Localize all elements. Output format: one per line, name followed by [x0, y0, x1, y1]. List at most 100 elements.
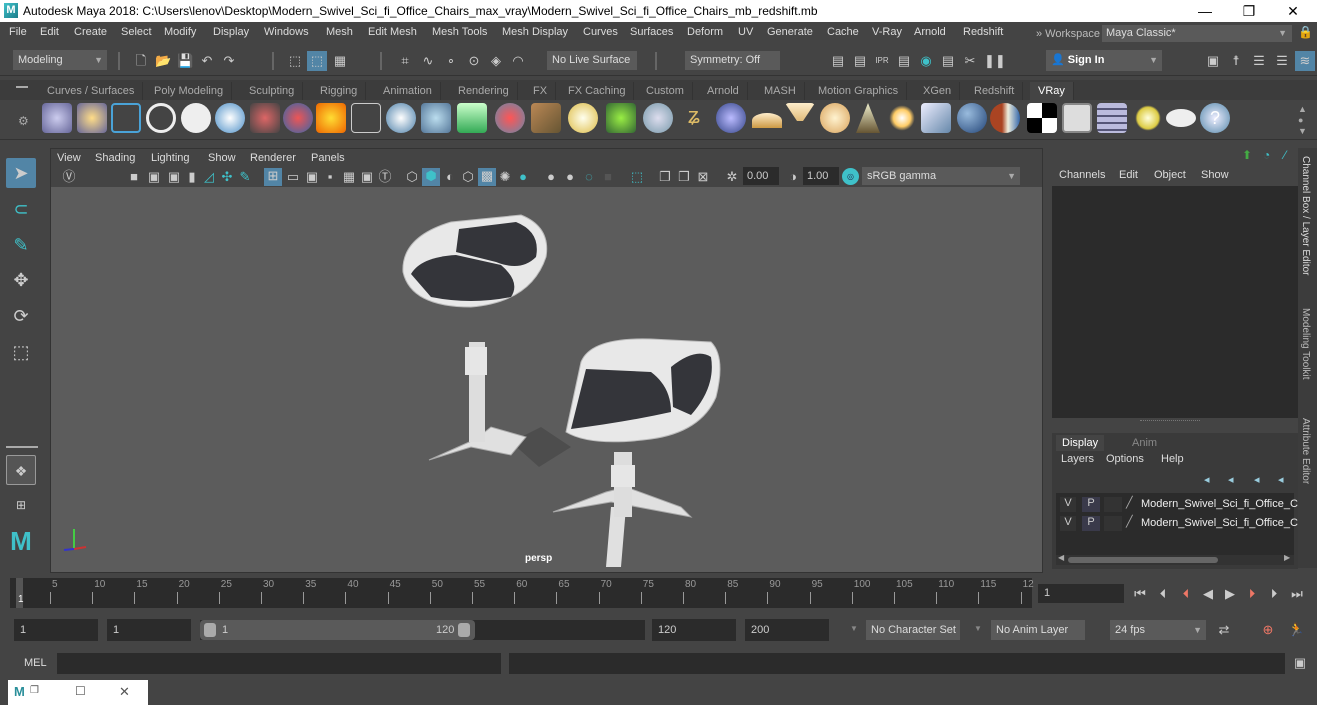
color-space-select[interactable]: sRGB gamma ▼ [862, 167, 1020, 185]
viewport-menu-lighting[interactable]: Lighting [151, 152, 190, 164]
layer-name[interactable]: Modern_Swivel_Sci_fi_Office_C [1141, 498, 1298, 510]
vray-help-icon[interactable]: ? [1200, 103, 1230, 133]
animation-end-field[interactable]: 200 [745, 619, 829, 641]
shelf-settings-icon[interactable]: ⚙ [18, 114, 29, 128]
menu-cache[interactable]: Cache [827, 26, 859, 38]
camera-icon[interactable]: ■ [126, 169, 142, 185]
tab-motion-graphics[interactable]: Motion Graphics [810, 82, 908, 100]
vray-logo-icon[interactable] [146, 103, 176, 133]
exposure-icon[interactable]: ✲ [724, 169, 740, 185]
snap-live-icon[interactable]: ◠ [510, 53, 526, 69]
gamma-icon[interactable]: ◑ [785, 169, 801, 185]
smooth-shade-icon[interactable]: ⬢ [422, 168, 440, 186]
gamma-field[interactable]: 1.00 [803, 167, 839, 185]
cb-menu-channels[interactable]: Channels [1059, 169, 1105, 181]
menu-select[interactable]: Select [121, 26, 152, 38]
tab-fx-caching[interactable]: FX Caching [560, 82, 635, 100]
chair-model-front[interactable] [552, 338, 721, 567]
menu-surfaces[interactable]: Surfaces [630, 26, 673, 38]
bookmark-icon[interactable]: ▮ [184, 169, 200, 185]
new-layer-icon[interactable]: ◂ [1254, 473, 1260, 486]
cb-menu-edit[interactable]: Edit [1119, 169, 1138, 181]
depth-of-field-icon[interactable]: ■ [600, 169, 616, 185]
vray-ball-icon[interactable] [957, 103, 987, 133]
tab-custom[interactable]: Custom [638, 82, 693, 100]
snap-view-icon[interactable]: ⊙ [466, 53, 482, 69]
fps-select[interactable]: 24 fps ▼ [1110, 620, 1206, 640]
select-hierarchy-icon[interactable]: ⬚ [287, 53, 303, 69]
lock-icon[interactable]: 🔒 [1298, 25, 1313, 39]
menu-modify[interactable]: Modify [164, 26, 196, 38]
human-ik-icon[interactable]: ☨ [1228, 53, 1244, 69]
menu-arnold[interactable]: Arnold [914, 26, 946, 38]
vray-grass-icon[interactable] [606, 103, 636, 133]
shadows-icon[interactable]: ● [515, 169, 531, 185]
vray-fur-icon[interactable] [495, 103, 525, 133]
tab-attribute-editor[interactable]: Attribute Editor [1300, 418, 1311, 484]
select-component-icon[interactable]: ▦ [332, 53, 348, 69]
move-tool-icon[interactable]: ✥ [6, 265, 36, 295]
xray-joints-icon[interactable]: ❐ [676, 169, 692, 185]
character-set-select[interactable]: No Character Set [866, 620, 960, 640]
3d-viewport[interactable]: persp [51, 187, 1042, 572]
auto-key-icon[interactable]: ⊕ [1260, 622, 1276, 638]
snap-curve-icon[interactable]: ∿ [420, 53, 436, 69]
exposure-field[interactable]: 0.00 [743, 167, 779, 185]
panel-resize-handle[interactable] [1140, 420, 1200, 422]
undo-icon[interactable]: ↶ [199, 53, 215, 69]
tab-modeling-toolkit[interactable]: Modeling Toolkit [1300, 308, 1311, 380]
menu-edit-mesh[interactable]: Edit Mesh [368, 26, 417, 38]
vray-camera-icon[interactable] [250, 103, 280, 133]
menu-windows[interactable]: Windows [264, 26, 309, 38]
tab-xgen[interactable]: XGen [915, 82, 961, 100]
modeling-toolkit-icon[interactable]: ▣ [1205, 53, 1221, 69]
paint-select-tool-icon[interactable]: ✎ [6, 230, 36, 260]
range-start-handle[interactable] [204, 623, 216, 637]
render-view-icon[interactable]: ▤ [830, 53, 846, 69]
resolution-gate-icon[interactable]: ▣ [304, 169, 320, 185]
snap-point-icon[interactable]: ∘ [443, 53, 459, 69]
vray-split-icon[interactable] [990, 103, 1020, 133]
render-frame-icon[interactable]: ▤ [852, 53, 868, 69]
menu-create[interactable]: Create [74, 26, 107, 38]
scale-tool-icon[interactable]: ⬚ [6, 337, 36, 367]
menu-vray[interactable]: V-Ray [872, 26, 902, 38]
chevron-down-icon[interactable]: ▼ [974, 624, 982, 633]
menu-mesh-display[interactable]: Mesh Display [502, 26, 568, 38]
channel-box-logo-icon[interactable]: ◔ [1263, 148, 1270, 162]
scroll-right-icon[interactable]: ▶ [1284, 553, 1290, 562]
safe-action-icon[interactable]: ▣ [359, 169, 375, 185]
vray-flake-icon[interactable] [643, 103, 673, 133]
layer-visibility-toggle[interactable]: V [1060, 497, 1076, 512]
use-all-lights-icon[interactable]: ✺ [497, 169, 513, 185]
grid-icon[interactable]: ⊞ [264, 168, 282, 186]
tab-mash[interactable]: MASH [756, 82, 805, 100]
single-perspective-layout-icon[interactable]: ❖ [6, 455, 36, 485]
chair-model-back[interactable] [402, 214, 548, 461]
menu-curves[interactable]: Curves [583, 26, 618, 38]
mel-label[interactable]: MEL [24, 657, 47, 669]
tab-fx[interactable]: FX [525, 82, 557, 100]
vray-table-icon[interactable] [1097, 103, 1127, 133]
step-back-key-icon[interactable]: ⏴ [1155, 586, 1171, 602]
tab-rendering[interactable]: Rendering [450, 82, 518, 100]
redo-icon[interactable]: ↷ [221, 53, 237, 69]
mel-input[interactable] [57, 653, 501, 674]
vray-settings-icon[interactable] [111, 103, 141, 133]
viewport-menu-show[interactable]: Show [208, 152, 236, 164]
cb-menu-show[interactable]: Show [1201, 169, 1229, 181]
vray-material-icon[interactable] [215, 103, 245, 133]
camera-lock-icon[interactable]: ▣ [146, 169, 162, 185]
playback-start-field[interactable]: 1 [107, 619, 191, 641]
transform-icon[interactable]: ⬆ [1242, 148, 1252, 162]
close-button[interactable]: ✕ [1270, 0, 1316, 22]
tab-animation[interactable]: Animation [375, 82, 441, 100]
layer-playback-toggle[interactable]: P [1082, 497, 1100, 512]
scrollbar-thumb[interactable] [1068, 557, 1218, 563]
menu-uv[interactable]: UV [738, 26, 753, 38]
viewport-menu-view[interactable]: View [57, 152, 81, 164]
film-gate-icon[interactable]: ▭ [285, 169, 301, 185]
layer-menu-options[interactable]: Options [1106, 453, 1144, 465]
vray-fire-icon[interactable] [316, 103, 346, 133]
menu-deform[interactable]: Deform [687, 26, 723, 38]
